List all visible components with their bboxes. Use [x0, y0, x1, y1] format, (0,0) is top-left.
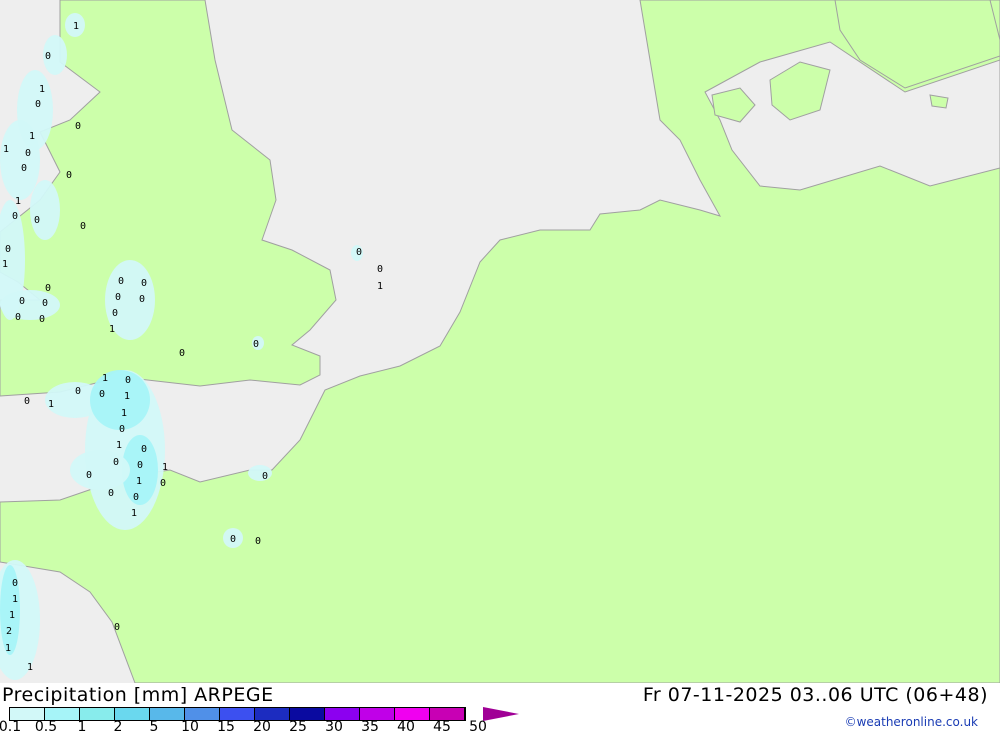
precip-value-label: 0 [119, 424, 125, 435]
precip-value-label: 0 [113, 457, 119, 468]
precip-area [248, 465, 272, 481]
precip-value-label: 0 [255, 536, 261, 547]
footer: Precipitation [mm] ARPEGE Fr 07-11-2025 … [0, 683, 1000, 735]
precip-value-label: 1 [109, 324, 115, 335]
precip-value-label: 0 [34, 215, 40, 226]
precip-value-label: 0 [75, 121, 81, 132]
precip-value-label: 1 [2, 259, 8, 270]
precip-value-label: 1 [131, 508, 137, 519]
precip-value-label: 0 [5, 244, 11, 255]
precip-value-label: 0 [253, 339, 259, 350]
precip-value-label: 0 [160, 478, 166, 489]
precip-value-label: 0 [141, 444, 147, 455]
precip-value-label: 0 [86, 470, 92, 481]
credit-link[interactable]: ©weatheronline.co.uk [845, 715, 978, 729]
precip-value-label: 0 [12, 578, 18, 589]
precip-value-label: 0 [45, 283, 51, 294]
precip-value-label: 0 [66, 170, 72, 181]
precip-value-label: 0 [133, 492, 139, 503]
precip-value-label: 0 [137, 460, 143, 471]
precip-value-label: 1 [73, 21, 79, 32]
precip-value-label: 0 [108, 488, 114, 499]
precip-area [0, 290, 60, 320]
precip-value-label: 0 [19, 296, 25, 307]
precip-value-label: 1 [12, 594, 18, 605]
precip-value-label: 1 [377, 281, 383, 292]
map-title: Precipitation [mm] ARPEGE [2, 684, 274, 706]
precip-value-label: 0 [15, 312, 21, 323]
precip-value-label: 0 [39, 314, 45, 325]
precip-value-label: 1 [124, 391, 130, 402]
precip-value-label: 0 [262, 471, 268, 482]
precip-value-label: 1 [136, 476, 142, 487]
precip-area [90, 370, 150, 430]
precip-value-label: 1 [102, 373, 108, 384]
precip-value-label: 0 [24, 396, 30, 407]
precip-value-label: 0 [80, 221, 86, 232]
precip-value-label: 1 [162, 462, 168, 473]
precipitation-map: 1 0 1 0 0 1 1 0 0 0 1 0 0 0 0 1 0 0 0 0 0 0 0 0 0 0 0 1 0 0 1 0 1 0 0 1 1 0 0 1… [0, 0, 1000, 683]
precip-value-label: 0 [230, 534, 236, 545]
precip-value-label: 1 [9, 610, 15, 621]
color-scale-ticks: 0.1 0.5 1 2 5 10 15 20 25 30 35 40 45 50 [0, 719, 520, 735]
precip-value-label: 0 [125, 375, 131, 386]
precip-value-label: 1 [5, 643, 11, 654]
precip-value-label: 1 [15, 196, 21, 207]
precip-value-label: 0 [45, 51, 51, 62]
precip-value-label: 0 [115, 292, 121, 303]
precip-value-label: 0 [42, 298, 48, 309]
precip-value-label: 1 [29, 131, 35, 142]
precip-value-label: 0 [21, 163, 27, 174]
precip-area [30, 180, 60, 240]
precip-value-label: 0 [179, 348, 185, 359]
precip-value-label: 0 [75, 386, 81, 397]
precip-value-label: 0 [112, 308, 118, 319]
precip-value-label: 0 [377, 264, 383, 275]
precip-value-label: 0 [35, 99, 41, 110]
precip-value-label: 0 [25, 148, 31, 159]
precip-value-label: 0 [118, 276, 124, 287]
precip-value-label: 1 [27, 662, 33, 673]
precip-value-label: 0 [12, 211, 18, 222]
precip-value-label: 1 [39, 84, 45, 95]
precip-area [70, 450, 130, 490]
valid-time: Fr 07-11-2025 03..06 UTC (06+48) [642, 684, 988, 706]
precip-value-label: 1 [48, 399, 54, 410]
precip-value-label: 0 [114, 622, 120, 633]
precip-value-label: 1 [3, 144, 9, 155]
precip-value-label: 1 [121, 408, 127, 419]
precip-value-label: 0 [141, 278, 147, 289]
precip-value-label: 1 [116, 440, 122, 451]
precip-value-label: 0 [139, 294, 145, 305]
precip-value-label: 0 [99, 389, 105, 400]
precip-value-label: 0 [356, 247, 362, 258]
precip-value-label: 2 [6, 626, 12, 637]
